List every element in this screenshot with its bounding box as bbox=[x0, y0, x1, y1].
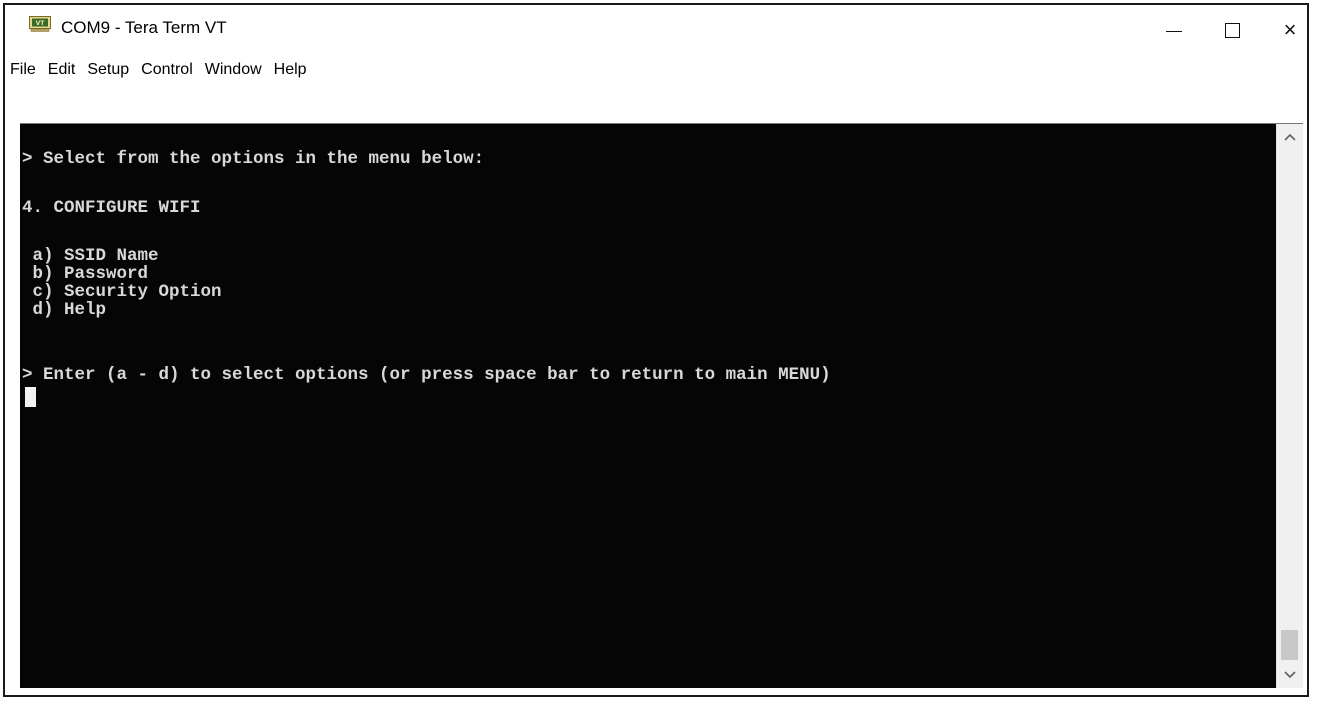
terminal-line-option-c: c) Security Option bbox=[22, 282, 222, 302]
menu-bar: File Edit Setup Control Window Help bbox=[5, 57, 1307, 83]
menu-help[interactable]: Help bbox=[268, 61, 313, 79]
terminal-line-prompt: > Select from the options in the menu be… bbox=[22, 149, 485, 169]
minimize-button[interactable] bbox=[1145, 5, 1203, 55]
window-title: COM9 - Tera Term VT bbox=[61, 18, 227, 37]
chevron-up-icon bbox=[1284, 130, 1296, 144]
teraterm-vt-icon[interactable]: VT bbox=[29, 16, 51, 32]
menu-window[interactable]: Window bbox=[199, 61, 268, 79]
minimize-icon bbox=[1166, 30, 1182, 32]
title-bar[interactable]: VT COM9 - Tera Term VT × bbox=[5, 5, 1307, 55]
vertical-scrollbar[interactable] bbox=[1276, 124, 1303, 688]
terminal-line-option-d: d) Help bbox=[22, 300, 107, 320]
menu-file[interactable]: File bbox=[5, 61, 42, 79]
terminal-line-option-b: b) Password bbox=[22, 264, 149, 284]
close-button[interactable]: × bbox=[1261, 5, 1317, 55]
svg-text:VT: VT bbox=[36, 20, 46, 27]
chevron-down-icon bbox=[1284, 668, 1296, 682]
text-cursor bbox=[25, 387, 36, 407]
menu-setup[interactable]: Setup bbox=[81, 61, 135, 79]
terminal-area[interactable]: > Select from the options in the menu be… bbox=[20, 123, 1303, 688]
terminal-line-instruction: > Enter (a - d) to select options (or pr… bbox=[22, 365, 831, 385]
menu-control[interactable]: Control bbox=[135, 61, 199, 79]
scroll-down-button[interactable] bbox=[1277, 662, 1303, 688]
maximize-icon bbox=[1224, 22, 1240, 38]
terminal-output: > Select from the options in the menu be… bbox=[22, 124, 1277, 688]
terminal-line-heading: 4. CONFIGURE WIFI bbox=[22, 198, 201, 218]
scrollbar-thumb[interactable] bbox=[1281, 630, 1298, 660]
scroll-up-button[interactable] bbox=[1277, 124, 1303, 150]
menu-edit[interactable]: Edit bbox=[42, 61, 82, 79]
terminal-line-option-a: a) SSID Name bbox=[22, 246, 159, 266]
close-icon: × bbox=[1283, 17, 1297, 42]
maximize-button[interactable] bbox=[1203, 5, 1261, 55]
